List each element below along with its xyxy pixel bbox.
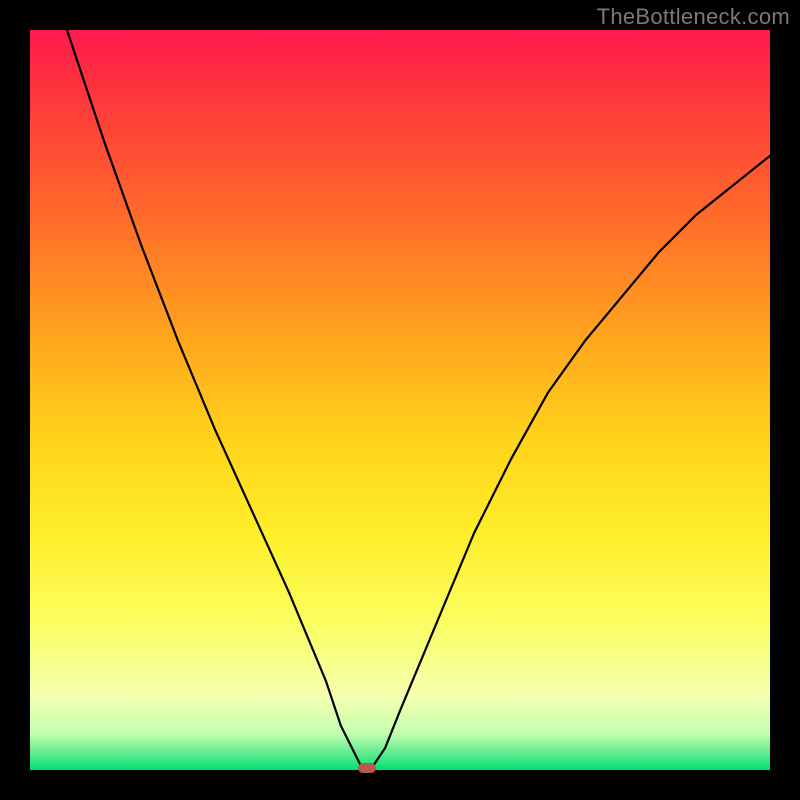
- optimal-point-marker: [358, 763, 376, 773]
- plot-area: [30, 30, 770, 770]
- chart-frame: TheBottleneck.com: [0, 0, 800, 800]
- watermark-text: TheBottleneck.com: [597, 4, 790, 30]
- bottleneck-curve: [30, 30, 770, 770]
